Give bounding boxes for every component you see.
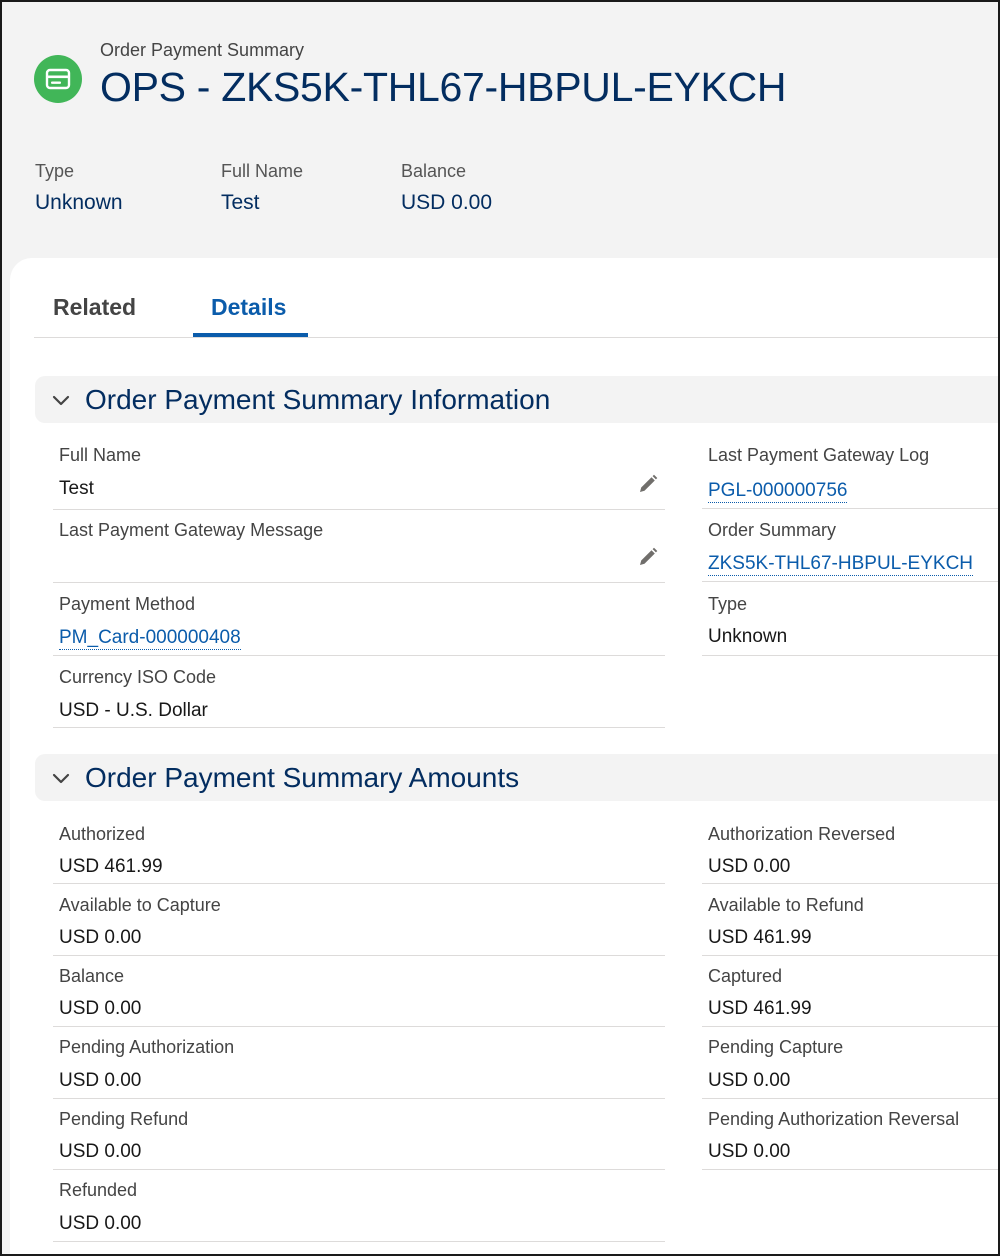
tab-bar: Related Details xyxy=(34,270,1000,338)
field-payment-method: Payment Method PM_Card-000000408 xyxy=(53,583,665,656)
object-type-label: Order Payment Summary xyxy=(100,40,305,60)
field-label: Full Name xyxy=(59,445,142,465)
field-label: Last Payment Gateway Message xyxy=(59,520,324,540)
field-captured: Captured USD 461.99 xyxy=(702,956,1000,1027)
record-header: Order Payment Summary OPS - ZKS5K-THL67-… xyxy=(0,0,1000,260)
field-currency-iso-code: Currency ISO Code USD - U.S. Dollar xyxy=(53,656,665,728)
field-value: USD 0.00 xyxy=(59,998,142,1019)
field-value: Test xyxy=(59,478,94,499)
field-label: Available to Capture xyxy=(59,895,221,915)
pencil-icon[interactable] xyxy=(637,546,659,568)
tab-related[interactable]: Related xyxy=(53,294,136,321)
field-value: USD - U.S. Dollar xyxy=(59,700,208,721)
chevron-down-icon xyxy=(52,773,70,784)
chevron-down-icon xyxy=(52,395,70,406)
field-value: USD 0.00 xyxy=(59,1070,142,1091)
field-label: Payment Method xyxy=(59,594,196,614)
highlight-label: Type xyxy=(35,161,75,181)
field-refunded: Refunded USD 0.00 xyxy=(53,1170,665,1242)
section-header-information[interactable]: Order Payment Summary Information xyxy=(35,376,1000,423)
field-available-to-capture: Available to Capture USD 0.00 xyxy=(53,884,665,956)
section-title: Order Payment Summary Amounts xyxy=(85,762,520,793)
field-last-payment-gateway-message: Last Payment Gateway Message xyxy=(53,510,665,583)
field-pending-capture: Pending Capture USD 0.00 xyxy=(702,1027,1000,1099)
field-label: Pending Authorization Reversal xyxy=(708,1109,960,1129)
payment-method-link[interactable]: PM_Card-000000408 xyxy=(59,627,241,650)
field-value: USD 0.00 xyxy=(59,1141,142,1162)
section-title: Order Payment Summary Information xyxy=(85,384,551,415)
tab-details[interactable]: Details xyxy=(211,294,286,321)
field-full-name: Full Name Test xyxy=(53,437,665,510)
highlight-label: Balance xyxy=(401,161,467,181)
active-tab-indicator xyxy=(193,333,308,337)
field-value: USD 0.00 xyxy=(708,1070,791,1091)
field-pending-authorization-reversal: Pending Authorization Reversal USD 0.00 xyxy=(702,1099,1000,1170)
field-value: USD 461.99 xyxy=(708,927,812,948)
field-order-summary: Order Summary ZKS5K-THL67-HBPUL-EYKCH xyxy=(702,509,1000,582)
credit-card-icon xyxy=(34,55,82,103)
field-value: USD 461.99 xyxy=(708,998,812,1019)
field-authorization-reversed: Authorization Reversed USD 0.00 xyxy=(702,814,1000,884)
field-authorized: Authorized USD 461.99 xyxy=(53,814,665,884)
pencil-icon[interactable] xyxy=(637,473,659,495)
field-balance: Balance USD 0.00 xyxy=(53,956,665,1027)
highlight-balance: Balance USD 0.00 xyxy=(401,161,492,215)
field-label: Type xyxy=(708,594,748,614)
highlight-label: Full Name xyxy=(221,161,304,181)
field-label: Balance xyxy=(59,966,125,986)
field-pending-refund: Pending Refund USD 0.00 xyxy=(53,1099,665,1170)
field-last-payment-gateway-log: Last Payment Gateway Log PGL-000000756 xyxy=(702,437,1000,509)
payment-gateway-log-link[interactable]: PGL-000000756 xyxy=(708,480,848,503)
field-label: Pending Capture xyxy=(708,1037,844,1057)
field-label: Authorization Reversed xyxy=(708,824,896,844)
field-type: Type Unknown xyxy=(702,582,1000,656)
field-label: Currency ISO Code xyxy=(59,667,217,687)
field-value: USD 0.00 xyxy=(59,927,142,948)
section-header-amounts[interactable]: Order Payment Summary Amounts xyxy=(35,754,1000,801)
field-label: Pending Refund xyxy=(59,1109,189,1129)
field-value: USD 0.00 xyxy=(708,1141,791,1162)
highlight-value: Unknown xyxy=(35,191,123,214)
highlight-type: Type Unknown xyxy=(35,161,123,215)
field-label: Refunded xyxy=(59,1180,138,1200)
highlight-full-name: Full Name Test xyxy=(221,161,303,215)
field-label: Available to Refund xyxy=(708,895,864,915)
highlight-value: USD 0.00 xyxy=(401,191,493,214)
field-value: USD 0.00 xyxy=(708,856,791,877)
field-label: Captured xyxy=(708,966,783,986)
field-value: Unknown xyxy=(708,626,788,647)
field-label: Order Summary xyxy=(708,520,837,540)
field-available-to-refund: Available to Refund USD 461.99 xyxy=(702,884,1000,956)
field-value: USD 461.99 xyxy=(59,856,163,877)
field-label: Last Payment Gateway Log xyxy=(708,445,930,465)
field-value: USD 0.00 xyxy=(59,1213,142,1234)
highlight-value: Test xyxy=(221,191,260,214)
field-pending-authorization: Pending Authorization USD 0.00 xyxy=(53,1027,665,1099)
field-label: Pending Authorization xyxy=(59,1037,235,1057)
page-title: OPS - ZKS5K-THL67-HBPUL-EYKCH xyxy=(100,64,787,110)
field-label: Authorized xyxy=(59,824,146,844)
order-summary-link[interactable]: ZKS5K-THL67-HBPUL-EYKCH xyxy=(708,553,974,576)
